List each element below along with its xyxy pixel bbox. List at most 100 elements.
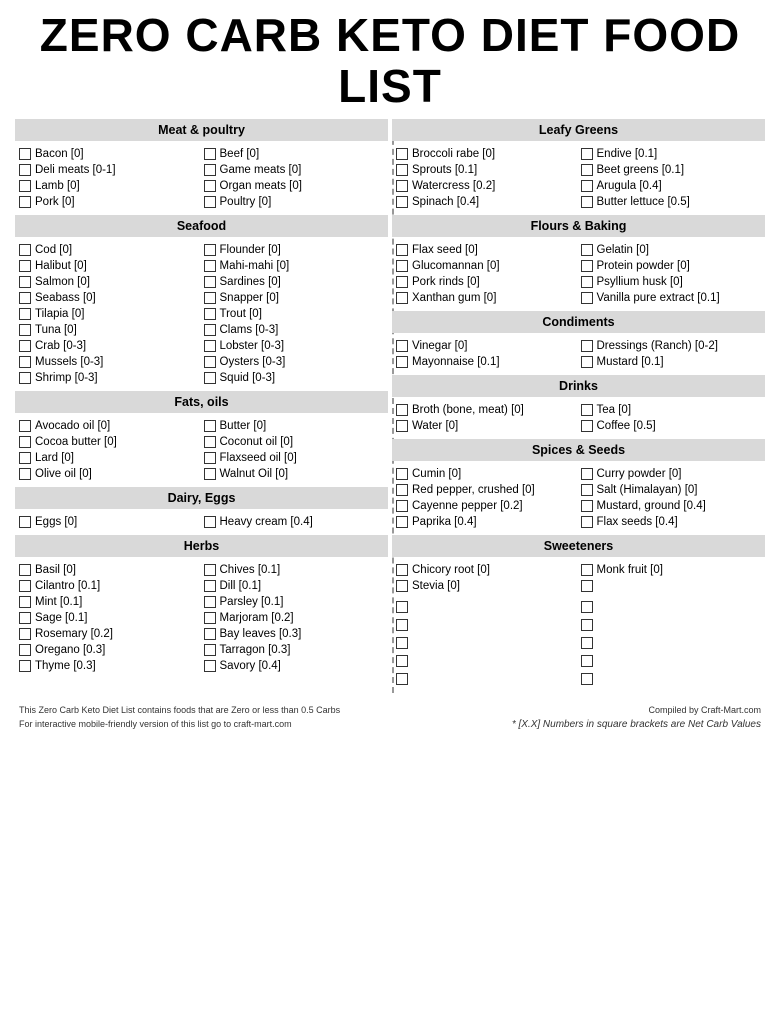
checkbox[interactable] — [19, 244, 31, 256]
checkbox[interactable] — [204, 372, 216, 384]
checkbox[interactable] — [204, 628, 216, 640]
checkbox[interactable] — [204, 244, 216, 256]
checkbox[interactable] — [204, 516, 216, 528]
checkbox[interactable] — [19, 612, 31, 624]
checkbox[interactable] — [396, 580, 408, 592]
checkbox[interactable] — [204, 276, 216, 288]
checkbox[interactable] — [204, 468, 216, 480]
checkbox[interactable] — [204, 324, 216, 336]
empty-checkbox[interactable] — [581, 637, 593, 649]
checkbox[interactable] — [396, 276, 408, 288]
checkbox[interactable] — [396, 180, 408, 192]
checkbox[interactable] — [204, 260, 216, 272]
item-label: Coffee [0.5] — [597, 420, 656, 432]
checkbox[interactable] — [396, 164, 408, 176]
checkbox[interactable] — [396, 516, 408, 528]
checkbox[interactable] — [204, 580, 216, 592]
checkbox[interactable] — [204, 356, 216, 368]
checkbox[interactable] — [396, 404, 408, 416]
checkbox[interactable] — [19, 276, 31, 288]
checkbox[interactable] — [581, 276, 593, 288]
empty-checkbox[interactable] — [581, 655, 593, 667]
checkbox[interactable] — [204, 340, 216, 352]
checkbox[interactable] — [396, 468, 408, 480]
checkbox[interactable] — [19, 564, 31, 576]
checkbox[interactable] — [204, 564, 216, 576]
checkbox[interactable] — [19, 596, 31, 608]
checkbox[interactable] — [581, 580, 593, 592]
checkbox[interactable] — [581, 484, 593, 496]
checkbox[interactable] — [581, 260, 593, 272]
empty-checkbox[interactable] — [396, 637, 408, 649]
checkbox[interactable] — [19, 148, 31, 160]
checkbox[interactable] — [19, 372, 31, 384]
checkbox[interactable] — [396, 340, 408, 352]
checkbox[interactable] — [19, 164, 31, 176]
checkbox[interactable] — [396, 500, 408, 512]
checkbox[interactable] — [396, 244, 408, 256]
checkbox[interactable] — [581, 356, 593, 368]
item-label: Thyme [0.3] — [35, 660, 96, 672]
checkbox[interactable] — [19, 660, 31, 672]
checkbox[interactable] — [204, 644, 216, 656]
checkbox[interactable] — [19, 292, 31, 304]
empty-checkbox[interactable] — [581, 619, 593, 631]
checkbox[interactable] — [204, 180, 216, 192]
checkbox[interactable] — [19, 356, 31, 368]
checkbox[interactable] — [19, 180, 31, 192]
checkbox[interactable] — [396, 484, 408, 496]
checkbox[interactable] — [19, 340, 31, 352]
checkbox[interactable] — [19, 452, 31, 464]
checkbox[interactable] — [19, 196, 31, 208]
checkbox[interactable] — [19, 628, 31, 640]
checkbox[interactable] — [581, 196, 593, 208]
checkbox[interactable] — [581, 500, 593, 512]
checkbox[interactable] — [204, 292, 216, 304]
empty-checkbox[interactable] — [396, 601, 408, 613]
checkbox[interactable] — [204, 612, 216, 624]
empty-checkbox[interactable] — [396, 619, 408, 631]
checkbox[interactable] — [19, 468, 31, 480]
empty-checkbox[interactable] — [396, 655, 408, 667]
checkbox[interactable] — [204, 452, 216, 464]
checkbox[interactable] — [581, 340, 593, 352]
checkbox[interactable] — [19, 324, 31, 336]
checkbox[interactable] — [19, 516, 31, 528]
empty-checkbox[interactable] — [581, 673, 593, 685]
checkbox[interactable] — [396, 260, 408, 272]
checkbox[interactable] — [204, 436, 216, 448]
checkbox[interactable] — [204, 148, 216, 160]
item-label: Watercress [0.2] — [412, 180, 495, 192]
checkbox[interactable] — [581, 564, 593, 576]
checkbox[interactable] — [204, 196, 216, 208]
checkbox[interactable] — [204, 308, 216, 320]
empty-checkbox[interactable] — [396, 673, 408, 685]
empty-checkbox[interactable] — [581, 601, 593, 613]
checkbox[interactable] — [19, 260, 31, 272]
checkbox[interactable] — [19, 644, 31, 656]
checkbox[interactable] — [581, 292, 593, 304]
checkbox[interactable] — [396, 564, 408, 576]
checkbox[interactable] — [581, 244, 593, 256]
checkbox[interactable] — [581, 164, 593, 176]
checkbox[interactable] — [396, 356, 408, 368]
checkbox[interactable] — [581, 468, 593, 480]
checkbox[interactable] — [19, 308, 31, 320]
checkbox[interactable] — [19, 420, 31, 432]
item-label: Flounder [0] — [220, 244, 281, 256]
checkbox[interactable] — [396, 292, 408, 304]
checkbox[interactable] — [204, 420, 216, 432]
checkbox[interactable] — [581, 404, 593, 416]
checkbox[interactable] — [19, 436, 31, 448]
checkbox[interactable] — [396, 196, 408, 208]
checkbox[interactable] — [396, 420, 408, 432]
checkbox[interactable] — [396, 148, 408, 160]
checkbox[interactable] — [581, 148, 593, 160]
checkbox[interactable] — [581, 420, 593, 432]
checkbox[interactable] — [19, 580, 31, 592]
checkbox[interactable] — [204, 164, 216, 176]
checkbox[interactable] — [204, 660, 216, 672]
checkbox[interactable] — [204, 596, 216, 608]
checkbox[interactable] — [581, 516, 593, 528]
checkbox[interactable] — [581, 180, 593, 192]
